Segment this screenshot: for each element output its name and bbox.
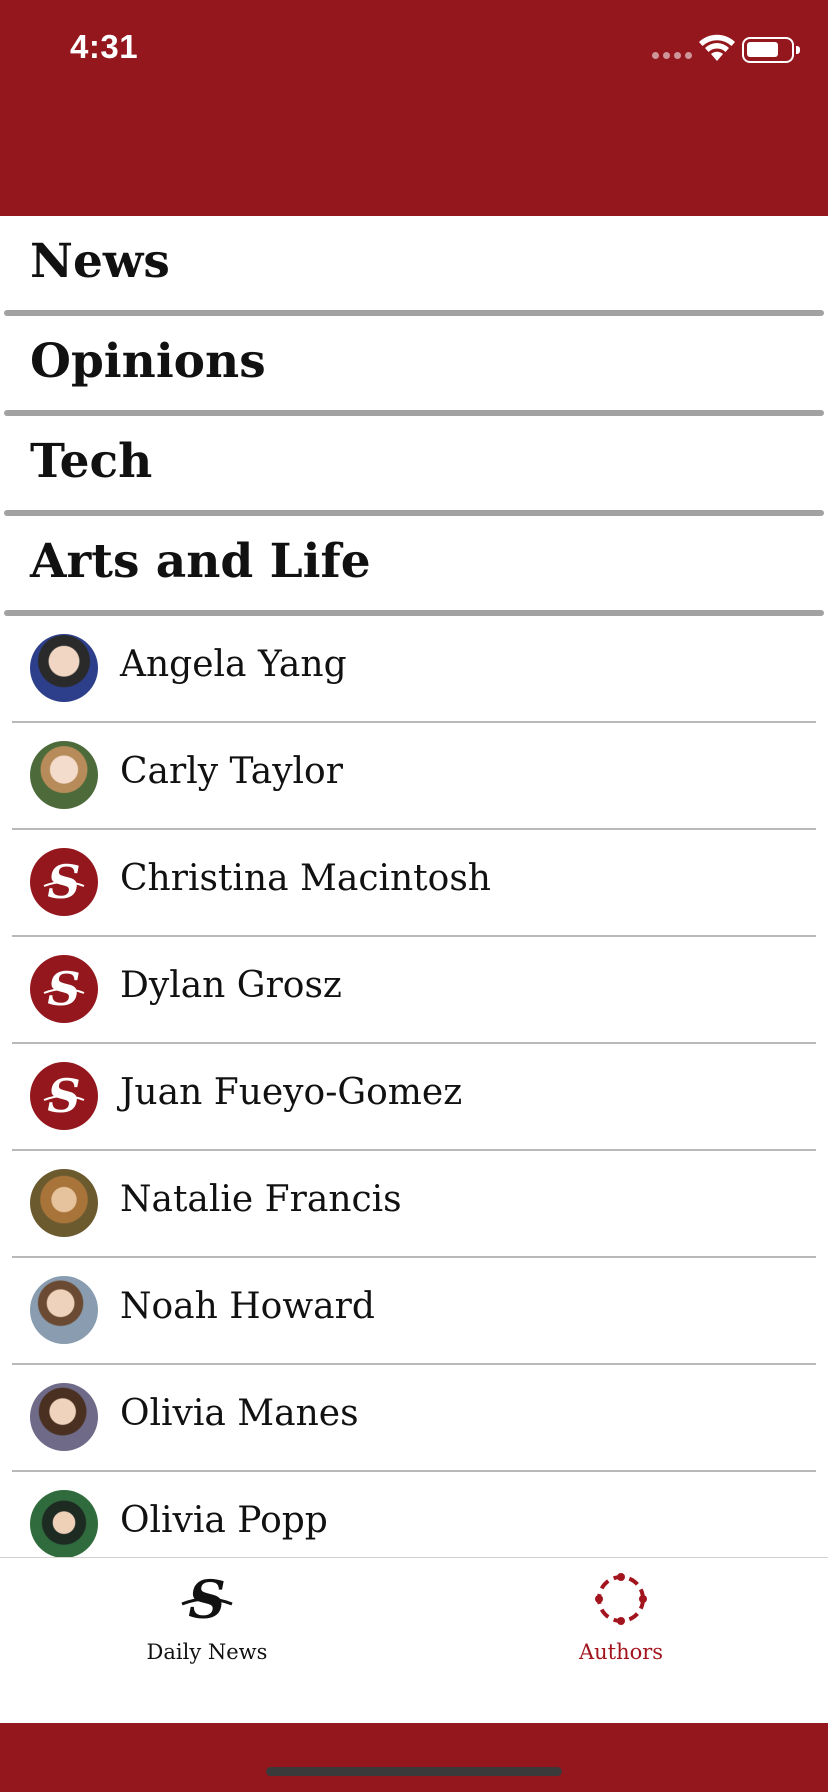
stanford-daily-logo-icon: S [43, 962, 85, 1016]
author-row[interactable]: Carly Taylor [0, 723, 828, 830]
authors-list[interactable]: Angela Yang Carly Taylor S Christina Mac… [0, 616, 828, 1558]
avatar [30, 1490, 98, 1558]
battery-icon [742, 37, 800, 63]
author-name: Angela Yang [120, 644, 347, 685]
daily-logo-icon: S [181, 1570, 233, 1630]
section-tech[interactable]: Tech [0, 416, 828, 516]
author-name: Olivia Popp [120, 1500, 328, 1541]
avatar [30, 1383, 98, 1451]
tab-label: Authors [578, 1640, 664, 1664]
authors-ring-icon [595, 1573, 647, 1625]
avatar: S [30, 848, 98, 916]
wifi-icon [699, 34, 735, 61]
avatar [30, 634, 98, 702]
avatar: S [30, 1062, 98, 1130]
author-row[interactable]: Olivia Popp [0, 1472, 828, 1558]
author-row[interactable]: Noah Howard [0, 1258, 828, 1365]
stanford-daily-logo-icon: S [43, 855, 85, 909]
author-name: Noah Howard [120, 1286, 375, 1327]
avatar [30, 1169, 98, 1237]
section-label: Tech [30, 434, 153, 489]
author-name: Natalie Francis [120, 1179, 402, 1220]
stanford-daily-logo-icon: S [43, 1069, 85, 1123]
author-name: Carly Taylor [120, 751, 343, 792]
status-time: 4:31 [70, 28, 139, 65]
tab-daily-news[interactable]: S Daily News [0, 1558, 414, 1678]
section-label: News [30, 234, 170, 289]
author-row[interactable]: Olivia Manes [0, 1365, 828, 1472]
app-header: 4:31 [0, 0, 828, 216]
author-name: Dylan Grosz [120, 965, 342, 1006]
bottom-band [0, 1723, 828, 1792]
author-row[interactable]: Natalie Francis [0, 1151, 828, 1258]
avatar [30, 741, 98, 809]
section-news[interactable]: News [0, 216, 828, 316]
tab-bar: S Daily News Authors [0, 1557, 828, 1723]
author-row[interactable]: S Dylan Grosz [0, 937, 828, 1044]
section-label: Opinions [30, 334, 266, 389]
home-indicator[interactable] [266, 1767, 562, 1776]
author-name: Christina Macintosh [120, 858, 491, 899]
author-row[interactable]: Angela Yang [0, 616, 828, 723]
author-row[interactable]: S Juan Fueyo-Gomez [0, 1044, 828, 1151]
section-opinions[interactable]: Opinions [0, 316, 828, 416]
tab-authors[interactable]: Authors [414, 1558, 828, 1678]
avatar [30, 1276, 98, 1344]
avatar: S [30, 955, 98, 1023]
section-label: Arts and Life [30, 534, 371, 589]
author-name: Olivia Manes [120, 1393, 359, 1434]
cellular-signal-icon [652, 52, 692, 59]
tab-label: Daily News [146, 1640, 268, 1664]
author-name: Juan Fueyo-Gomez [120, 1072, 463, 1113]
author-row[interactable]: S Christina Macintosh [0, 830, 828, 937]
section-arts-and-life[interactable]: Arts and Life [0, 516, 828, 616]
sections-list: News Opinions Tech Arts and Life [0, 216, 828, 616]
